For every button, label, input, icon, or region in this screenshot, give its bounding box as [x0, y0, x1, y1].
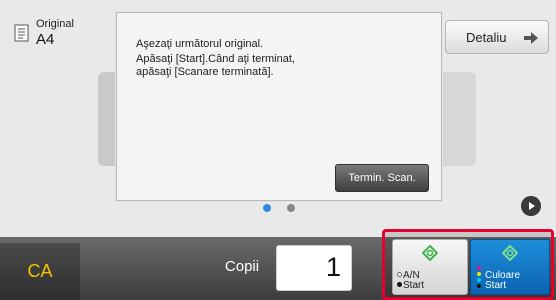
copies-input[interactable]: 1: [276, 245, 352, 291]
original-size: A4: [36, 31, 55, 48]
start-diamond-icon: [502, 245, 518, 261]
color-start-line2: Start: [485, 280, 507, 291]
bw-bullet-white: [397, 272, 402, 277]
color-bullet-magenta: [477, 266, 481, 270]
detail-label: Detaliu: [466, 30, 507, 45]
page-dot[interactable]: [287, 204, 295, 212]
arrow-right-icon: [524, 32, 538, 44]
bw-bullet-black: [397, 282, 402, 287]
color-bullet-cyan: [477, 278, 481, 282]
dialog-line-1: Aşezaţi următorul original.: [136, 38, 264, 50]
start-diamond-icon: [422, 245, 438, 261]
copies-label: Copii: [224, 258, 260, 275]
message-dialog: Aşezaţi următorul original. Apăsaţi [Sta…: [116, 12, 442, 201]
color-bullet-black: [477, 284, 481, 288]
clear-all-button[interactable]: CA: [0, 243, 80, 300]
dialog-line-3: apăsaţi [Scanare terminată].: [136, 66, 274, 78]
original-indicator: Original A4: [14, 14, 104, 50]
scanner-screen: Original A4 Detaliu Aşezaţi următorul or…: [0, 0, 556, 300]
document-icon: [14, 24, 29, 42]
color-bullet-yellow: [477, 272, 481, 276]
finish-scan-button[interactable]: Termin. Scan.: [335, 164, 429, 192]
bw-start-button[interactable]: A/N Start: [392, 239, 468, 295]
color-start-button[interactable]: Culoare Start: [470, 239, 550, 295]
detail-button[interactable]: Detaliu: [445, 20, 549, 54]
page-dot-active[interactable]: [263, 204, 271, 212]
dialog-line-2: Apăsaţi [Start].Când aţi terminat,: [136, 53, 295, 65]
bw-start-line2: Start: [403, 280, 425, 291]
copies-value: 1: [325, 252, 341, 282]
original-label: Original: [36, 18, 74, 30]
play-icon[interactable]: [521, 196, 541, 216]
